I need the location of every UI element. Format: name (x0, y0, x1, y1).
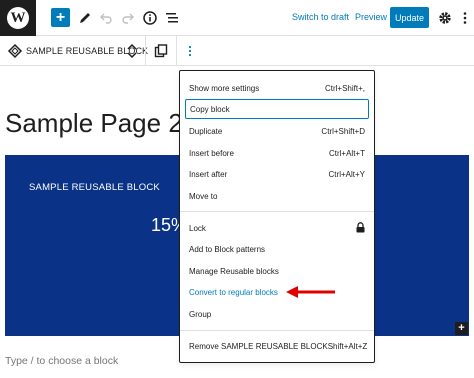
menu-item-insert-before[interactable]: Insert before Ctrl+Alt+T (185, 143, 369, 163)
lock-icon (356, 221, 365, 235)
menu-item-label: Group (189, 309, 212, 319)
menu-item-label: Remove SAMPLE REUSABLE BLOCK (189, 341, 328, 351)
menu-item-label: Insert before (189, 148, 234, 158)
menu-item-insert-after[interactable]: Insert after Ctrl+Alt+Y (185, 164, 369, 184)
add-block-inline-button[interactable]: + (455, 322, 468, 335)
pen-tool-icon[interactable] (76, 9, 94, 27)
page-title[interactable]: Sample Page 2 (5, 108, 183, 139)
top-toolbar: W + Switch to draft Preview Update (0, 0, 474, 36)
menu-item-lock[interactable]: Lock (185, 218, 369, 238)
more-options-icon[interactable] (456, 9, 474, 27)
toolbar-divider (176, 36, 177, 66)
menu-item-copy-block[interactable]: Copy block (185, 99, 369, 119)
menu-item-label: Duplicate (189, 126, 223, 136)
menu-divider (180, 330, 374, 331)
block-toolbar: SAMPLE REUSABLE BLOCK (0, 36, 474, 66)
menu-item-label: Manage Reusable blocks (189, 266, 279, 276)
duplicate-icon[interactable] (152, 42, 170, 60)
menu-item-label: Move to (189, 191, 218, 201)
menu-item-manage-reusable-blocks[interactable]: Manage Reusable blocks (185, 261, 369, 281)
update-button[interactable]: Update (390, 7, 429, 28)
more-vertical-icon[interactable] (181, 42, 199, 60)
move-up-down-icon[interactable] (123, 42, 141, 60)
menu-item-label: Insert after (189, 169, 228, 179)
menu-item-show-more-settings[interactable]: Show more settings Ctrl+Shift+, (185, 78, 369, 98)
settings-gear-icon[interactable] (436, 9, 454, 27)
preview-button[interactable]: Preview (355, 12, 387, 22)
menu-item-duplicate[interactable]: Duplicate Ctrl+Shift+D (185, 121, 369, 141)
menu-item-convert-to-regular-blocks[interactable]: Convert to regular blocks (185, 282, 369, 302)
menu-item-shortcut: Ctrl+Alt+T (328, 148, 365, 158)
undo-icon[interactable] (97, 9, 115, 27)
block-heading: SAMPLE REUSABLE BLOCK (29, 182, 160, 193)
toolbar-divider (145, 36, 146, 66)
menu-item-label: Copy block (190, 104, 230, 114)
redo-icon[interactable] (119, 9, 137, 27)
reusable-block-icon[interactable] (6, 42, 24, 60)
menu-item-label: Add to Block patterns (189, 244, 266, 254)
block-placeholder[interactable]: Type / to choose a block (5, 355, 118, 367)
menu-item-shortcut: Shift+Alt+Z (327, 341, 368, 351)
menu-item-add-to-block-patterns[interactable]: Add to Block patterns (185, 239, 369, 259)
block-options-menu: Show more settings Ctrl+Shift+, Copy blo… (179, 70, 375, 363)
switch-to-draft-button[interactable]: Switch to draft (292, 12, 349, 22)
menu-item-label: Lock (189, 223, 206, 233)
menu-divider (180, 211, 374, 212)
menu-item-group[interactable]: Group (185, 304, 369, 324)
menu-item-remove-block[interactable]: Remove SAMPLE REUSABLE BLOCK Shift+Alt+Z (185, 336, 369, 356)
annotation-arrow-icon (286, 286, 335, 298)
menu-item-shortcut: Ctrl+Shift+D (321, 126, 365, 136)
menu-item-label: Convert to regular blocks (189, 287, 278, 297)
wordpress-logo-mark: W (7, 7, 29, 29)
wordpress-logo[interactable]: W (0, 0, 36, 36)
add-block-button[interactable]: + (51, 8, 70, 27)
menu-item-shortcut: Ctrl+Alt+Y (328, 169, 365, 179)
info-icon[interactable] (141, 9, 159, 27)
menu-item-label: Show more settings (189, 83, 260, 93)
list-view-icon[interactable] (163, 9, 181, 27)
menu-item-move-to[interactable]: Move to (185, 186, 369, 206)
menu-item-shortcut: Ctrl+Shift+, (324, 83, 365, 93)
